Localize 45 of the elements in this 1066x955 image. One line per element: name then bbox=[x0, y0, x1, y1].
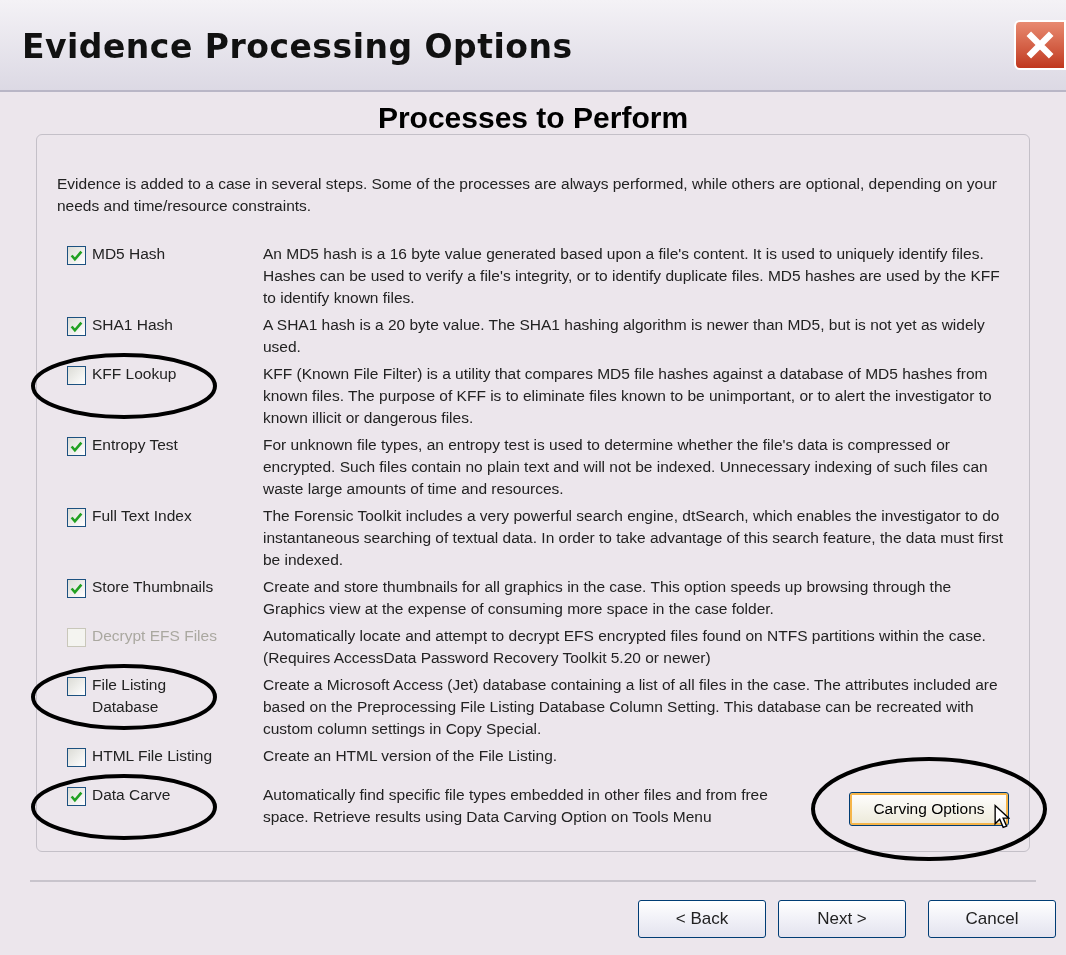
section-heading: Processes to Perform bbox=[377, 100, 689, 136]
wizard-button[interactable]: < Back bbox=[638, 900, 766, 938]
checkbox[interactable] bbox=[67, 508, 86, 527]
option-description: Create a Microsoft Access (Jet) database containing a list of all files in the case. The attributes included are based on the Preprocessing File Listing Database Column Setting. This database can be recreated with custom column settings in Copy Special. bbox=[263, 675, 999, 739]
window-title: Evidence Processing Options bbox=[22, 26, 573, 68]
option-label: MD5 Hash bbox=[92, 244, 167, 264]
option-label: Decrypt EFS Files bbox=[92, 626, 218, 646]
option-description: A SHA1 hash is a 20 byte value. The SHA1 hashing algorithm is newer than MD5, but is not yet as widely used. bbox=[263, 315, 986, 357]
option-label: Data Carve bbox=[92, 785, 172, 805]
wizard-button[interactable]: Cancel bbox=[928, 900, 1056, 938]
intro-text: Evidence is added to a case in several steps. Some of the processes are always performed, while others are optional, depending on your needs and time/resource constraints. bbox=[57, 174, 998, 216]
option-description: Automatically find specific file types embedded in other files and from free space. Retrieve results using Data Carving Option on Tools Menu bbox=[263, 785, 769, 827]
option-label: Entropy Test bbox=[92, 435, 179, 455]
checkbox[interactable] bbox=[67, 748, 86, 767]
checkmark-icon bbox=[70, 582, 83, 595]
close-icon bbox=[1024, 29, 1056, 61]
carving-options-button[interactable]: Carving Options bbox=[849, 792, 1009, 826]
option-description: The Forensic Toolkit includes a very powerful search engine, dtSearch, which enables the investigator to do instantaneous searching of textual data. In order to take advantage of this search feature, the data must first be indexed. bbox=[263, 506, 1005, 570]
checkbox[interactable] bbox=[67, 246, 86, 265]
checkmark-icon bbox=[70, 249, 83, 262]
option-label: HTML File Listing bbox=[92, 746, 213, 766]
option-description: Automatically locate and attempt to decrypt EFS encrypted files found on NTFS partitions within the case. (Requires AccessData Password Recovery Toolkit 5.20 or newer) bbox=[263, 626, 987, 668]
checkbox[interactable] bbox=[67, 787, 86, 806]
option-label: SHA1 Hash bbox=[92, 315, 174, 335]
checkbox[interactable] bbox=[67, 437, 86, 456]
checkmark-icon bbox=[70, 320, 83, 333]
checkbox[interactable] bbox=[67, 579, 86, 598]
checkbox[interactable] bbox=[67, 677, 86, 696]
option-label: KFF Lookup bbox=[92, 364, 178, 384]
close-button[interactable] bbox=[1014, 20, 1066, 70]
option-description: Create an HTML version of the File Listing. bbox=[263, 746, 559, 766]
option-label: Store Thumbnails bbox=[92, 577, 215, 597]
option-description: An MD5 hash is a 16 byte value generated based upon a file's content. It is used to uniquely identify files. Hashes can be used to verify a file's integrity, or to identify duplicate files. MD5 hashes are used by the KFF to identify known files. bbox=[263, 244, 1001, 308]
checkmark-icon bbox=[70, 790, 83, 803]
checkbox[interactable] bbox=[67, 366, 86, 385]
checkmark-icon bbox=[70, 440, 83, 453]
cursor-icon bbox=[994, 804, 1010, 830]
wizard-button[interactable]: Next > bbox=[778, 900, 906, 938]
option-description: KFF (Known File Filter) is a utility that compares MD5 file hashes against a database of MD5 hashes from known files. The purpose of KFF is to eliminate files known to be unimportant, or to alert the investigator to known illicit or dangerous files. bbox=[263, 364, 993, 428]
option-label: File Listing Database bbox=[92, 675, 168, 717]
option-label: Full Text Index bbox=[92, 506, 193, 526]
option-description: For unknown file types, an entropy test is used to determine whether the file's data is compressed or encrypted. Such files contain no plain text and will not be indexed. Unnecessary indexing of such files can waste large amounts of time and resources. bbox=[263, 435, 989, 499]
option-description: Create and store thumbnails for all graphics in the case. This option speeds up browsing through the Graphics view at the expense of consuming more space in the case folder. bbox=[263, 577, 953, 619]
checkmark-icon bbox=[70, 511, 83, 524]
checkbox[interactable] bbox=[67, 317, 86, 336]
